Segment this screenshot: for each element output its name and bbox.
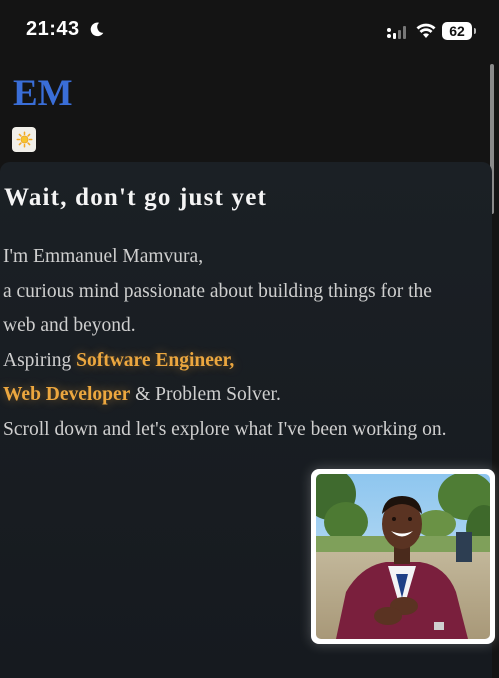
role-software-engineer: Software Engineer, — [76, 349, 235, 371]
intro-line-passion: a curious mind passionate about building… — [3, 280, 432, 302]
hero-title: Wait, don't go just yet — [4, 184, 268, 211]
roles-suffix: & Problem Solver. — [130, 384, 281, 405]
wifi-icon — [416, 23, 436, 38]
role-web-developer: Web Developer — [3, 384, 131, 405]
status-time: 21:43 — [26, 18, 80, 40]
theme-toggle-button[interactable] — [12, 127, 36, 152]
site-logo[interactable]: EM — [13, 72, 73, 115]
intro-line-roles: Web Developer & Problem Solver. — [3, 378, 491, 413]
profile-photo-frame — [311, 469, 495, 644]
signal-icon — [387, 26, 406, 39]
intro-line-aspiring: Aspiring Software Engineer, — [3, 344, 491, 379]
moon-icon — [90, 22, 104, 37]
sun-icon — [16, 131, 32, 148]
hero-intro: I'm Emmanuel Mamvura, a curious mind pas… — [3, 240, 491, 447]
battery-icon: 62 — [442, 22, 476, 40]
intro-line-web: web and beyond. — [3, 315, 136, 336]
status-bar: 21:43 62 — [0, 0, 499, 62]
intro-line-scroll: Scroll down and let's explore what I've … — [3, 418, 447, 440]
aspiring-prefix: Aspiring — [3, 349, 77, 371]
intro-line-name: I'm Emmanuel Mamvura, — [3, 246, 204, 267]
profile-photo — [316, 474, 490, 639]
